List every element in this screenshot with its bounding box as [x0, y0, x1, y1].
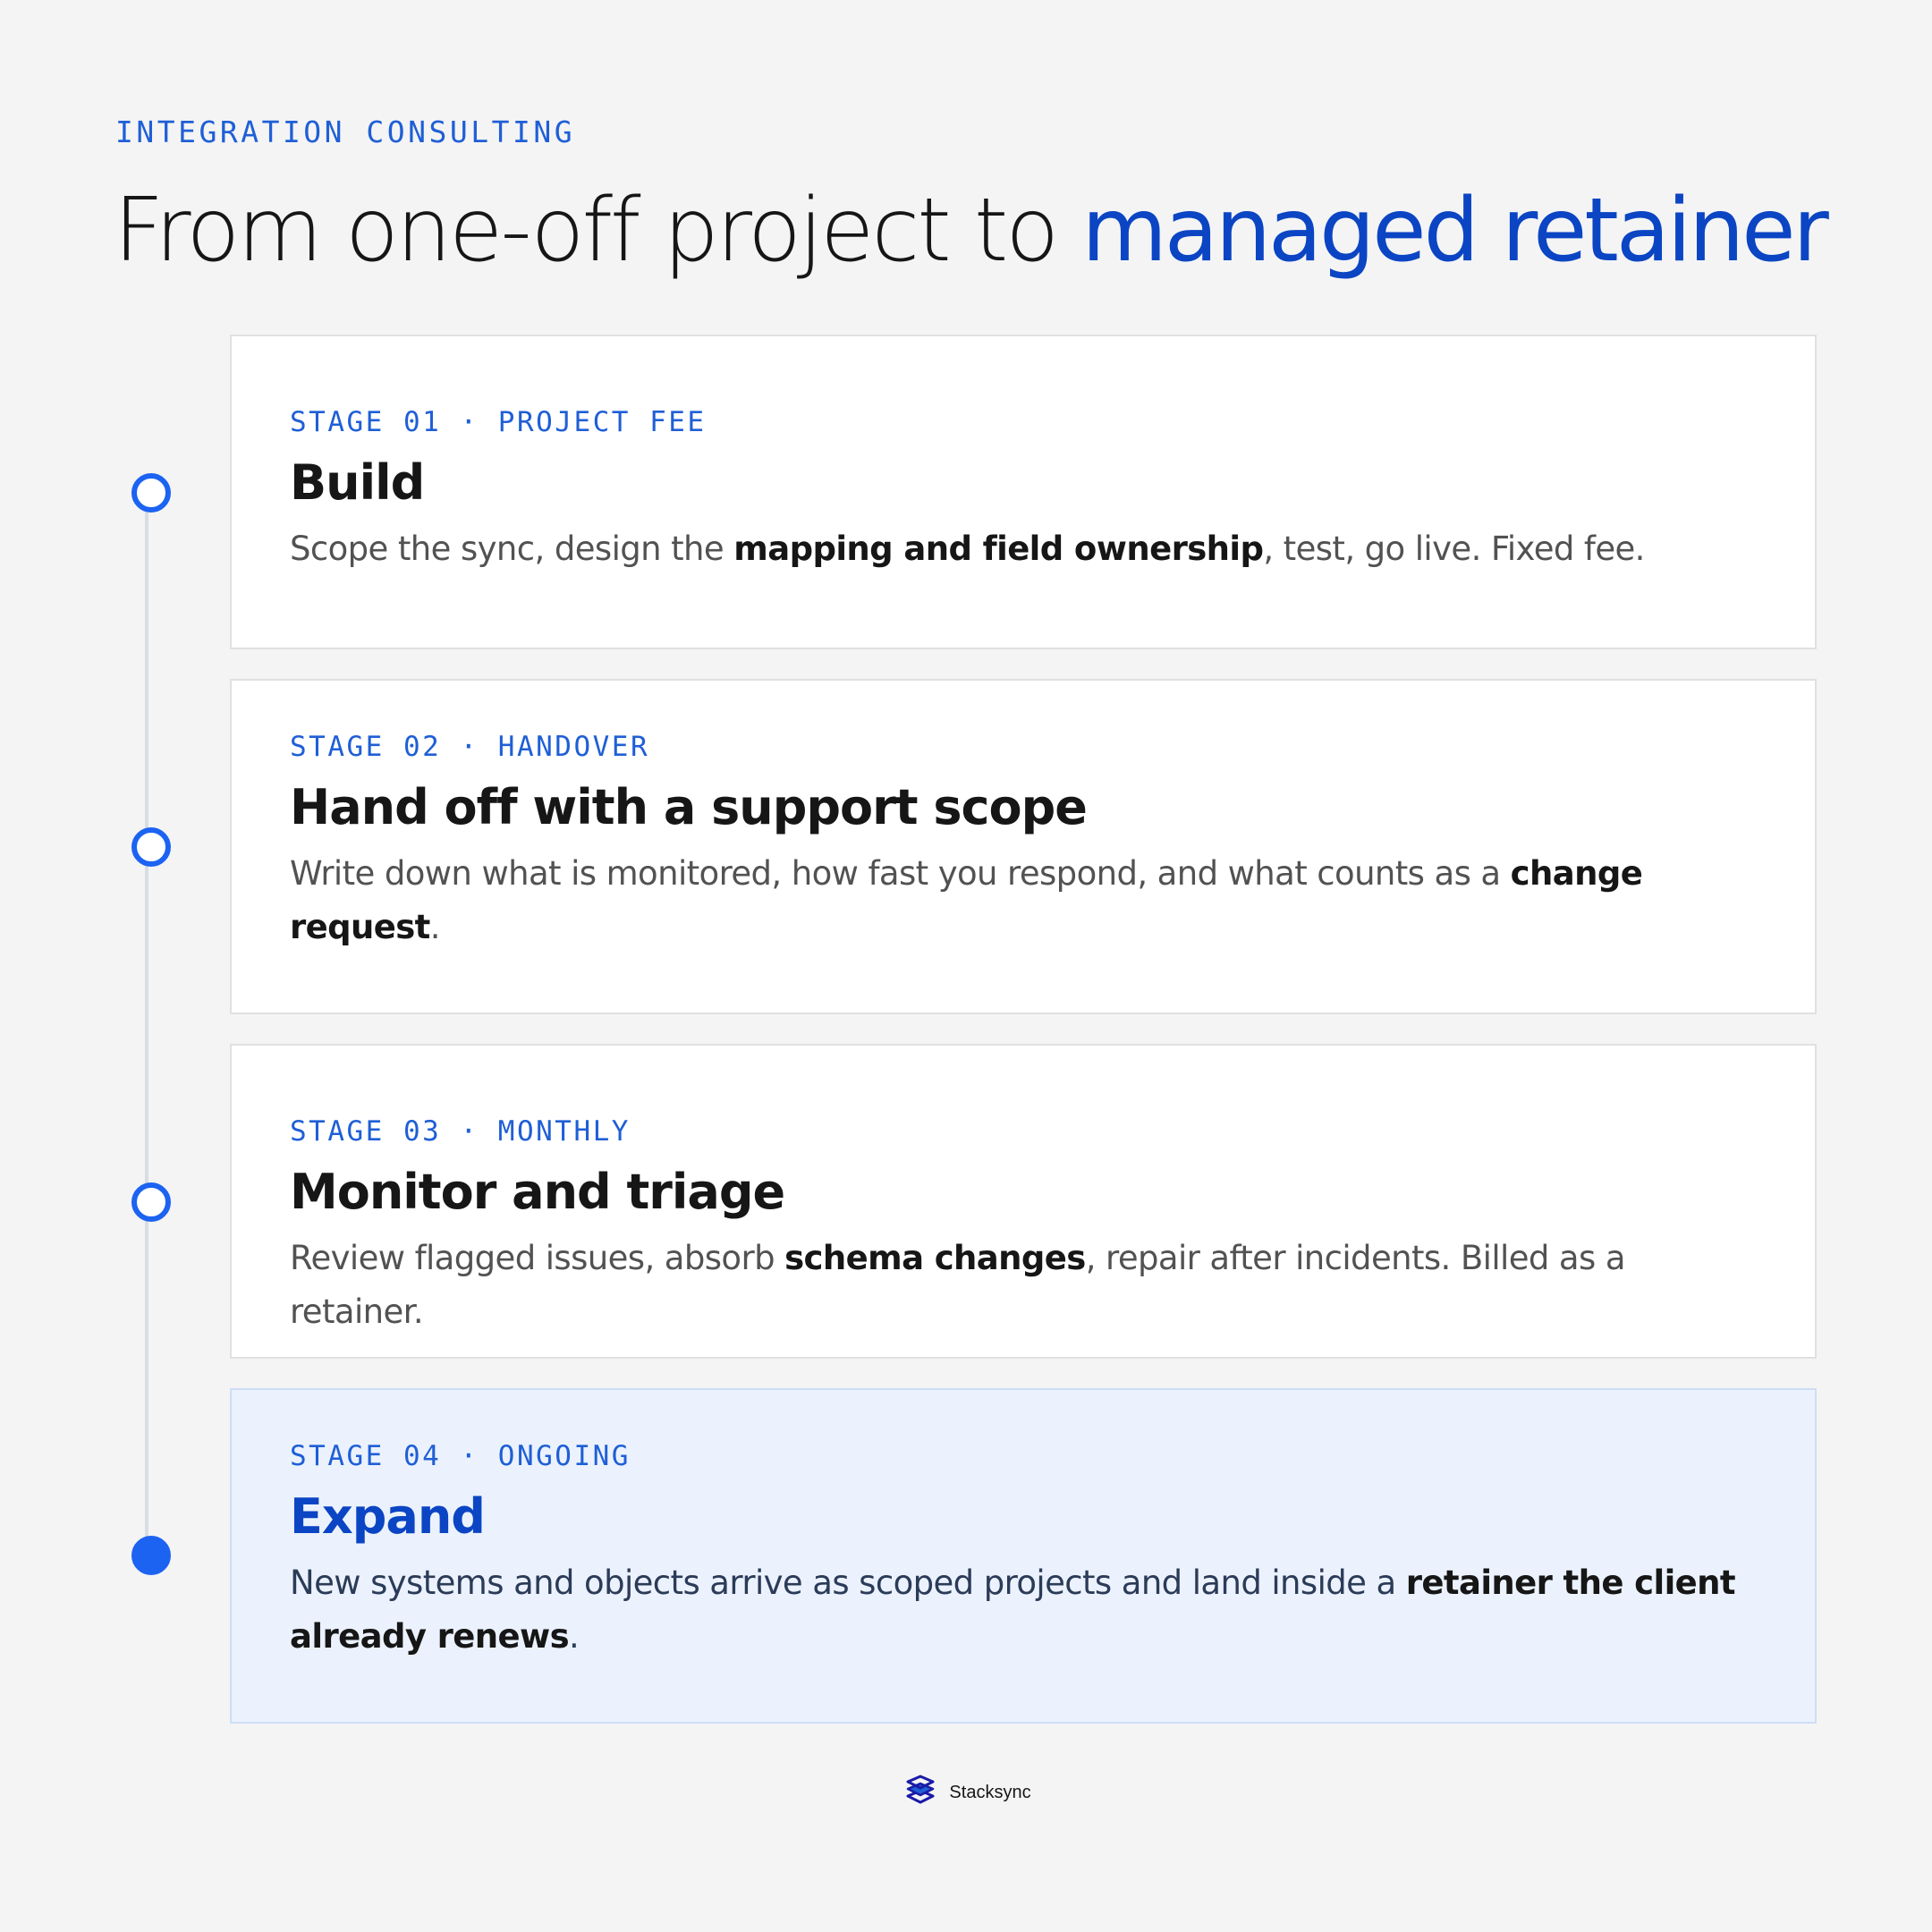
- stage-description: New systems and objects arrive as scoped…: [290, 1556, 1761, 1664]
- timeline-rail: [145, 493, 148, 1557]
- stage-description-text: .: [569, 1617, 580, 1656]
- stage-description-text: Scope the sync, design the: [290, 530, 734, 568]
- stage-card-expand: STAGE 04 · ONGOING Expand New systems an…: [230, 1388, 1817, 1724]
- page-title-accent: managed retainer: [1081, 180, 1828, 282]
- timeline-marker-hollow-icon: [131, 827, 171, 867]
- page-title-main: From one-off project to: [114, 180, 1082, 282]
- timeline-marker-filled-icon: [131, 1536, 171, 1575]
- stage-card-build: STAGE 01 · PROJECT FEE Build Scope the s…: [230, 335, 1817, 649]
- stage-description: Write down what is monitored, how fast y…: [290, 847, 1761, 954]
- stage-description: Review flagged issues, absorb schema cha…: [290, 1232, 1761, 1339]
- timeline-marker-hollow-icon: [131, 1182, 171, 1222]
- stage-card-monitor: STAGE 03 · MONTHLY Monitor and triage Re…: [230, 1044, 1817, 1359]
- stage-title: Build: [290, 454, 425, 511]
- stacksync-logo-icon: [906, 1775, 935, 1804]
- stage-title: Expand: [290, 1488, 486, 1545]
- stage-tag: STAGE 03 · MONTHLY: [290, 1115, 631, 1148]
- brand-name: Stacksync: [949, 1782, 1031, 1802]
- stage-tag: STAGE 04 · ONGOING: [290, 1440, 631, 1472]
- stage-description-text: New systems and objects arrive as scoped…: [290, 1563, 1406, 1602]
- page-title: From one-off project to managed retainer: [114, 174, 1829, 288]
- stage-description-text: .: [429, 908, 441, 946]
- stage-title: Monitor and triage: [290, 1164, 785, 1220]
- stage-description-emphasis: mapping and field ownership: [733, 530, 1264, 568]
- stage-tag: STAGE 01 · PROJECT FEE: [290, 406, 707, 438]
- timeline-marker-hollow-icon: [131, 473, 171, 513]
- stage-card-handoff: STAGE 02 · HANDOVER Hand off with a supp…: [230, 679, 1817, 1014]
- stage-tag: STAGE 02 · HANDOVER: [290, 731, 650, 763]
- stage-description-text: Write down what is monitored, how fast y…: [290, 854, 1511, 893]
- stage-title: Hand off with a support scope: [290, 779, 1088, 835]
- eyebrow-label: INTEGRATION CONSULTING: [115, 114, 576, 149]
- stage-description-emphasis: schema changes: [784, 1239, 1086, 1277]
- footer-brand: Stacksync: [0, 1773, 1932, 1812]
- stage-description-text: Review flagged issues, absorb: [290, 1239, 785, 1277]
- stage-description: Scope the sync, design the mapping and f…: [290, 522, 1761, 576]
- stage-description-text: , test, go live. Fixed fee.: [1263, 530, 1645, 568]
